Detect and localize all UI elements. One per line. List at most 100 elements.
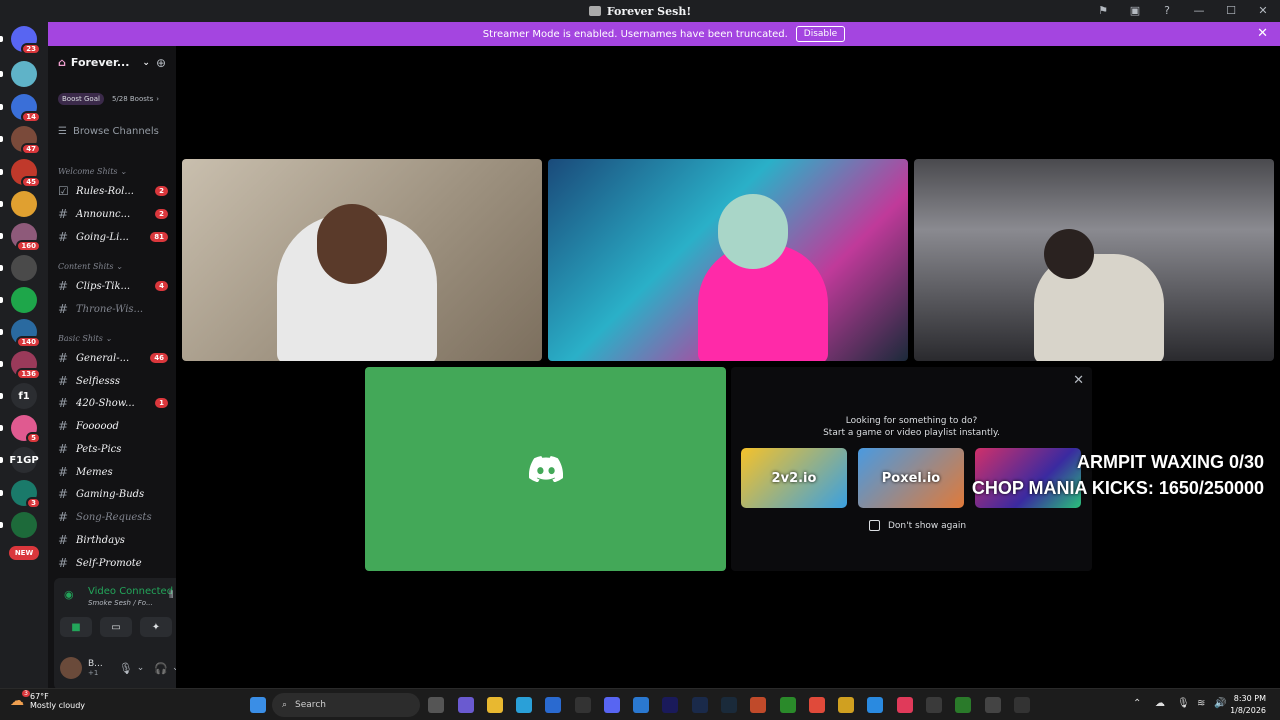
game-card-2v2[interactable]: 2v2.io (741, 448, 847, 508)
microphone-icon[interactable]: 🎙 (119, 662, 133, 675)
rockstar-icon[interactable] (838, 697, 854, 713)
screen-share-button[interactable]: ▭ (100, 617, 132, 637)
unread-pill (0, 136, 3, 142)
game-card-poxel[interactable]: Poxel.io (858, 448, 964, 508)
server-icon[interactable]: 136 (11, 351, 41, 380)
volume-icon[interactable]: 🔊 (1214, 698, 1226, 709)
server-header[interactable]: ⌂ Forever... ⌄ (58, 56, 150, 69)
microphone-icon[interactable]: 🎙 (1177, 698, 1190, 709)
mention-badge: 3 (26, 497, 41, 509)
channel-item[interactable]: # General-... 46 (58, 349, 168, 367)
server-icon[interactable]: 5 (11, 415, 41, 444)
discord-placeholder-tile[interactable] (365, 367, 726, 571)
channel-item[interactable]: # Pets-Pics (58, 440, 168, 458)
invite-people-icon[interactable]: ⊕ (156, 56, 166, 70)
video-tile-2[interactable] (548, 159, 908, 361)
channel-item[interactable]: #420-Show... 1 (58, 394, 168, 412)
copilot-icon[interactable] (458, 697, 474, 713)
channel-item[interactable]: # Self-Promote (58, 554, 168, 572)
epic-games-icon[interactable] (575, 697, 591, 713)
channel-item[interactable]: # Clips-Tik... 4 (58, 277, 168, 295)
server-icon[interactable] (11, 255, 37, 281)
banner-close-icon[interactable]: ✕ (1257, 26, 1268, 41)
server-icon[interactable] (11, 61, 37, 87)
game-launcher-icon[interactable] (750, 697, 766, 713)
premiere-icon[interactable] (662, 697, 678, 713)
music-icon[interactable] (897, 697, 913, 713)
channel-item[interactable]: # Memes (58, 463, 168, 481)
headphones-icon[interactable]: 🎧 (154, 662, 168, 675)
help-icon[interactable]: ? (1160, 3, 1174, 17)
disable-button[interactable]: Disable (795, 26, 846, 42)
server-icon[interactable]: 160 (11, 223, 41, 252)
browse-channels[interactable]: ☰ Browse Channels (58, 126, 159, 137)
task-view-icon[interactable] (428, 697, 444, 713)
server-icon[interactable]: 140 (11, 319, 41, 348)
checkbox[interactable] (869, 520, 880, 531)
category-welcome[interactable]: Welcome Shits ⌄ (58, 167, 127, 176)
server-icon[interactable] (11, 287, 37, 313)
app-icon[interactable] (1014, 697, 1030, 713)
channel-item[interactable]: # Announc... 2 (58, 205, 168, 223)
close-icon[interactable]: ✕ (1073, 373, 1084, 388)
wifi-icon[interactable]: ≋ (1197, 698, 1205, 709)
voice-channel-name[interactable]: Smoke Sesh / Fo... (88, 599, 153, 607)
search-placeholder: Search (295, 700, 326, 710)
lightroom-icon[interactable] (692, 697, 708, 713)
server-icon[interactable] (11, 512, 37, 538)
outlook-icon[interactable] (633, 697, 649, 713)
edge-icon[interactable] (516, 697, 532, 713)
weather-widget[interactable]: ☁ 3 67°F Mostly cloudy (10, 690, 85, 710)
app-icon[interactable] (867, 697, 883, 713)
server-icon[interactable]: f1 (11, 383, 37, 409)
server-icon[interactable] (11, 191, 37, 217)
server-icon[interactable]: 23 (11, 26, 41, 55)
discord-taskbar-icon[interactable] (604, 697, 620, 713)
obs-icon[interactable] (926, 697, 942, 713)
clock[interactable]: 8:30 PM 1/8/2026 (1230, 693, 1266, 717)
network-icon[interactable]: ☁ (1155, 698, 1165, 709)
video-tile-3[interactable] (914, 159, 1274, 361)
steam-icon[interactable] (721, 697, 737, 713)
active-app-icon[interactable] (985, 697, 1001, 713)
start-icon[interactable] (250, 697, 266, 713)
minimize-button[interactable]: — (1192, 3, 1206, 17)
channel-item[interactable]: # Gaming-Buds (58, 485, 168, 503)
activities-button[interactable]: ✦ (140, 617, 172, 637)
server-icon[interactable]: 45 (11, 159, 41, 188)
chrome-icon[interactable] (809, 697, 825, 713)
taskbar-search[interactable]: ⌕ Search (272, 693, 420, 717)
voice-status[interactable]: Video Connected (88, 586, 173, 597)
chevron-down-icon[interactable]: ⌄ (137, 663, 145, 673)
inbox-icon[interactable]: ▣ (1128, 3, 1142, 17)
channel-item[interactable]: # Going-Li... 81 (58, 228, 168, 246)
video-tile-1[interactable] (182, 159, 542, 361)
server-icon[interactable]: 14 (11, 94, 41, 123)
chevron-up-icon[interactable]: ⌃ (1133, 698, 1141, 709)
avatar[interactable] (60, 657, 82, 679)
channel-item[interactable]: # Foooood (58, 417, 168, 435)
close-window-button[interactable]: ✕ (1256, 3, 1270, 17)
xbox-icon[interactable] (780, 697, 796, 713)
channel-item[interactable]: # Song-Requests (58, 508, 168, 526)
boost-goal[interactable]: Boost Goal 5/28 Boosts › (58, 90, 166, 108)
maximize-button[interactable]: ☐ (1224, 3, 1238, 17)
dont-show-again[interactable]: Don't show again (869, 520, 966, 531)
channel-item[interactable]: # Selfiesss (58, 372, 168, 390)
server-icon[interactable]: F1GP (9, 447, 39, 473)
camera-button[interactable]: ■ (60, 617, 92, 637)
nvidia-icon[interactable] (955, 697, 971, 713)
server-icon[interactable]: 47 (11, 126, 41, 155)
search-icon: ⌕ (282, 700, 288, 710)
channel-item[interactable]: # Throne-Wis... (58, 300, 168, 318)
category-content[interactable]: Content Shits ⌄ (58, 262, 123, 271)
noise-suppression-icon[interactable]: ⦀ (169, 590, 173, 601)
file-explorer-icon[interactable] (487, 697, 503, 713)
flag-icon[interactable]: ⚑ (1096, 3, 1110, 17)
new-badge[interactable]: NEW (9, 546, 39, 560)
channel-item[interactable]: # Birthdays (58, 531, 168, 549)
category-basic[interactable]: Basic Shits ⌄ (58, 334, 112, 343)
channel-item[interactable]: ☑ Rules-Rol... 2 (58, 182, 168, 200)
store-icon[interactable] (545, 697, 561, 713)
server-icon[interactable]: 3 (11, 480, 41, 509)
